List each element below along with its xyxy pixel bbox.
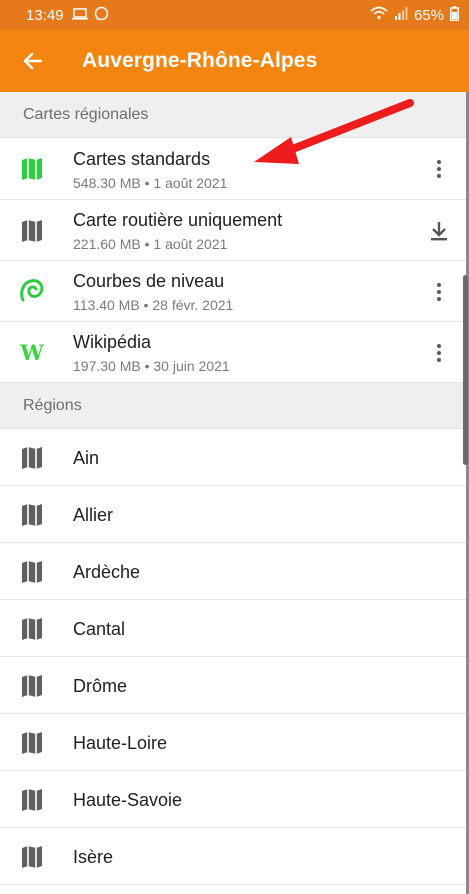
- map-icon: [19, 559, 45, 585]
- item-meta: 197.30 MB • 30 juin 2021: [73, 358, 230, 374]
- item-name: Cartes standards: [73, 149, 211, 169]
- battery-percent: 65%: [413, 6, 444, 24]
- list-item-region-allier[interactable]: Allier: [0, 486, 469, 543]
- map-icon: [19, 616, 45, 642]
- map-icon: [19, 502, 45, 528]
- item-name: Isère: [73, 847, 114, 867]
- item-meta: 221.60 MB • 1 août 2021: [73, 236, 228, 252]
- map-icon: [19, 445, 45, 471]
- wifi-icon: [370, 6, 388, 24]
- laptop-icon: [71, 7, 88, 24]
- page-title: Auvergne-Rhône-Alpes: [82, 49, 318, 72]
- map-icon: [19, 730, 45, 756]
- section-header-label: Cartes régionales: [23, 105, 149, 123]
- map-icon: [19, 787, 45, 813]
- more-vert-icon[interactable]: [427, 277, 451, 307]
- list-item-cartes-standards[interactable]: Cartes standards 548.30 MB • 1 août 2021: [0, 138, 469, 200]
- list-item-region-ardeche[interactable]: Ardèche: [0, 543, 469, 600]
- item-name: Carte routière uniquement: [73, 210, 283, 230]
- map-icon: [19, 673, 45, 699]
- list-item-courbes-de-niveau[interactable]: Courbes de niveau 113.40 MB • 28 févr. 2…: [0, 261, 469, 322]
- list-item-region-isere[interactable]: Isère: [0, 828, 469, 885]
- item-meta: 113.40 MB • 28 févr. 2021: [73, 297, 234, 313]
- scrollbar[interactable]: [463, 275, 468, 465]
- signal-icon: [394, 6, 408, 24]
- map-icon: [19, 156, 45, 182]
- map-icon: [19, 218, 45, 244]
- section-header-label: Régions: [23, 396, 82, 414]
- more-vert-icon[interactable]: [427, 338, 451, 368]
- whatsapp-icon: [94, 6, 109, 25]
- list-item-region-haute-savoie[interactable]: Haute-Savoie: [0, 771, 469, 828]
- back-button[interactable]: [0, 30, 64, 92]
- list-item-region-drome[interactable]: Drôme: [0, 657, 469, 714]
- item-name: Haute-Savoie: [73, 790, 183, 810]
- contour-lines-icon: [19, 278, 45, 304]
- wikipedia-icon: W: [20, 339, 44, 365]
- status-bar: 13:49 65%: [0, 0, 469, 30]
- list-item-region-haute-loire[interactable]: Haute-Loire: [0, 714, 469, 771]
- item-name: Ain: [73, 448, 100, 468]
- item-name: Wikipédia: [73, 332, 152, 352]
- item-name: Allier: [73, 505, 114, 525]
- battery-icon: [450, 5, 459, 25]
- item-meta: 548.30 MB • 1 août 2021: [73, 175, 228, 191]
- item-name: Drôme: [73, 676, 128, 696]
- app-bar: Auvergne-Rhône-Alpes: [0, 30, 469, 92]
- section-header-cartes-regionales: Cartes régionales: [0, 92, 469, 138]
- map-icon: [19, 844, 45, 870]
- item-name: Courbes de niveau: [73, 271, 225, 291]
- item-name: Cantal: [73, 619, 126, 639]
- list-item-carte-routiere[interactable]: Carte routière uniquement 221.60 MB • 1 …: [0, 200, 469, 261]
- section-header-regions: Régions: [0, 383, 469, 429]
- item-name: Ardèche: [73, 562, 141, 582]
- arrow-left-icon: [23, 52, 42, 70]
- item-name: Haute-Loire: [73, 733, 168, 753]
- list-item-region-cantal[interactable]: Cantal: [0, 600, 469, 657]
- download-icon[interactable]: [427, 216, 451, 246]
- list-item-wikipedia[interactable]: W Wikipédia 197.30 MB • 30 juin 2021: [0, 322, 469, 383]
- list-item-region-ain[interactable]: Ain: [0, 429, 469, 486]
- more-vert-icon[interactable]: [427, 154, 451, 184]
- status-time: 13:49: [26, 6, 64, 24]
